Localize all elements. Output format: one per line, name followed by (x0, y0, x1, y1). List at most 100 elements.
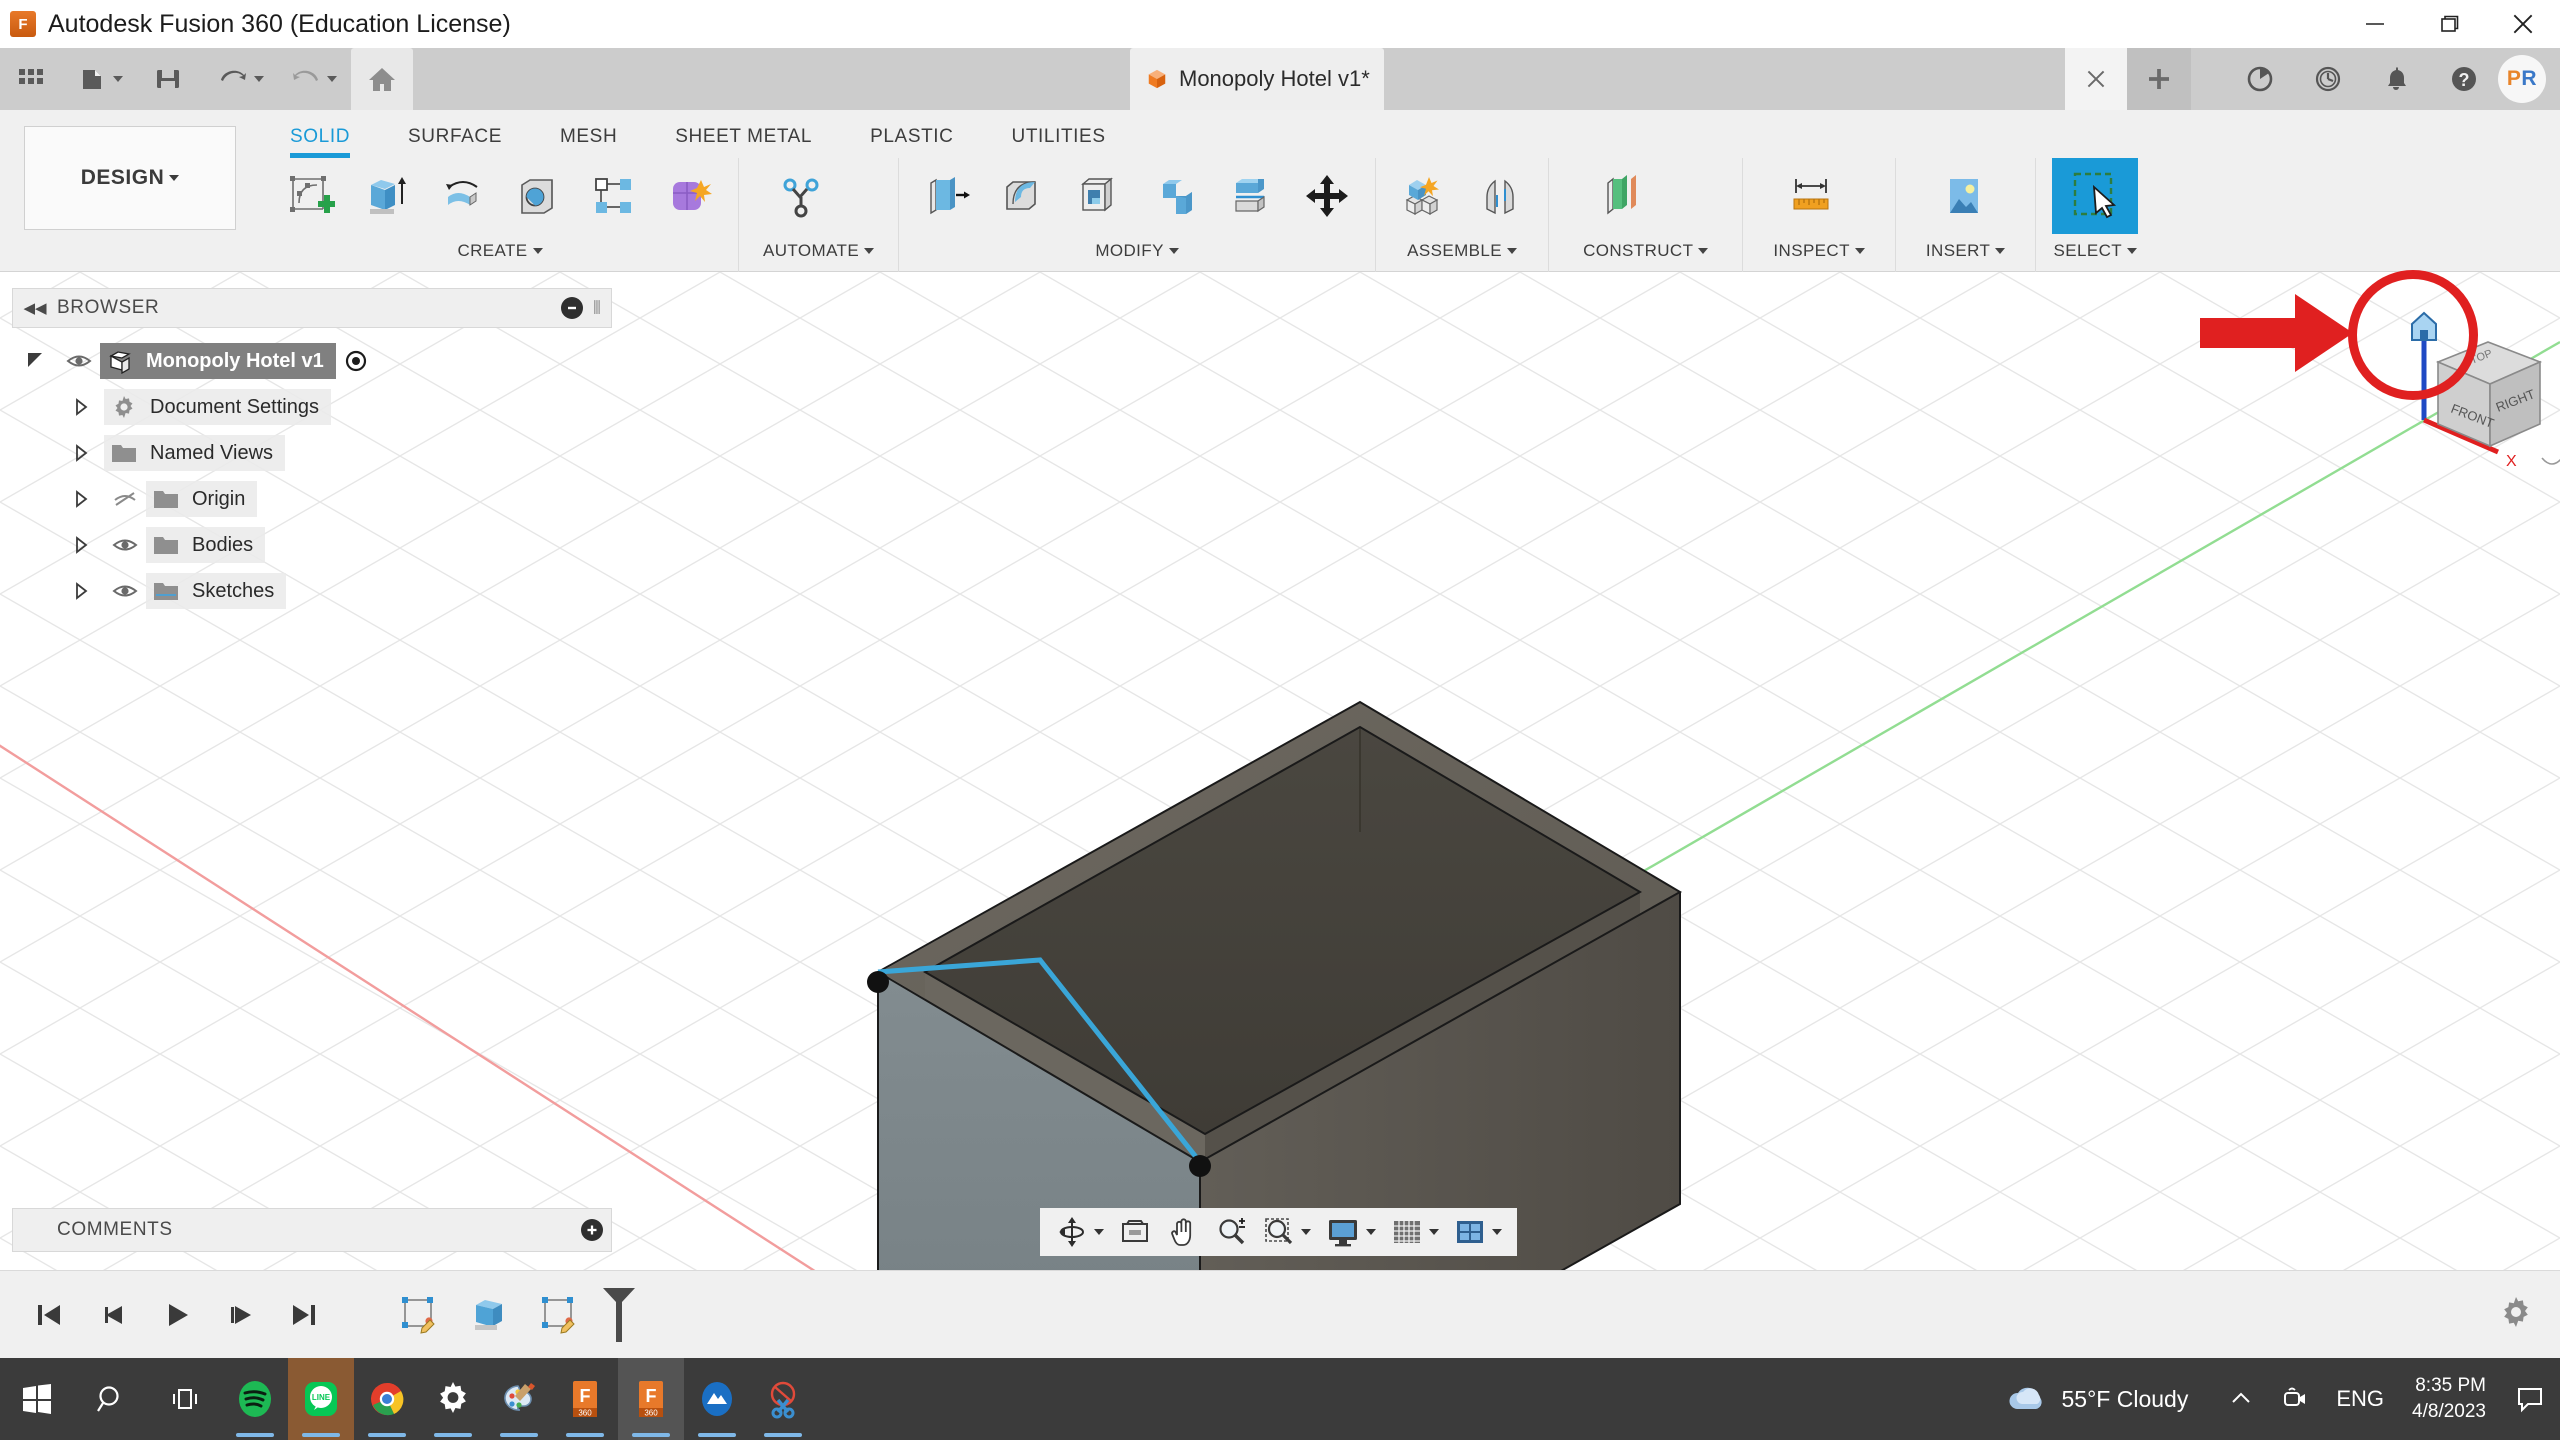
comments-panel[interactable]: COMMENTS (12, 1208, 612, 1252)
create-sketch-icon[interactable] (272, 161, 348, 231)
tree-item-origin[interactable]: Origin (12, 476, 612, 522)
spotify-icon[interactable] (222, 1358, 288, 1440)
close-icon[interactable] (2486, 0, 2560, 48)
create-form-icon[interactable] (652, 161, 728, 231)
chevron-down-icon[interactable] (2127, 248, 2137, 254)
extensions-icon[interactable] (2226, 48, 2294, 110)
chevron-down-icon[interactable] (1301, 1229, 1311, 1235)
chevron-down-icon[interactable] (169, 175, 179, 181)
chevron-down-icon[interactable] (1855, 248, 1865, 254)
step-back-icon[interactable] (80, 1283, 144, 1347)
panel-label-modify[interactable]: MODIFY (909, 234, 1365, 268)
shell-icon[interactable] (1061, 161, 1137, 231)
tab-surface[interactable]: SURFACE (408, 120, 502, 158)
fusion360-icon[interactable]: F 360 (552, 1358, 618, 1440)
fillet-icon[interactable] (985, 161, 1061, 231)
blue-app-icon[interactable] (684, 1358, 750, 1440)
joint-icon[interactable] (1462, 161, 1538, 231)
tab-plastic[interactable]: PLASTIC (870, 120, 953, 158)
undo-icon[interactable] (209, 53, 272, 105)
collapse-arrow-icon[interactable] (58, 443, 104, 463)
combine-icon[interactable] (1137, 161, 1213, 231)
sketch-feature-icon[interactable] (524, 1283, 594, 1347)
chrome-icon[interactable] (354, 1358, 420, 1440)
display-settings-icon[interactable] (1318, 1210, 1383, 1254)
play-icon[interactable] (144, 1283, 208, 1347)
look-at-icon[interactable] (1111, 1210, 1159, 1254)
sketch-feature-icon[interactable] (384, 1283, 454, 1347)
panel-resize-grip[interactable]: ⦀ (593, 299, 603, 317)
eye-visible-icon[interactable] (104, 578, 146, 604)
measure-icon[interactable] (1773, 161, 1849, 231)
offset-plane-icon[interactable] (1583, 161, 1659, 231)
panel-label-automate[interactable]: AUTOMATE (763, 234, 874, 268)
panel-label-construct[interactable]: CONSTRUCT (1583, 234, 1708, 268)
chevron-up-icon[interactable] (2214, 1358, 2268, 1440)
paint-icon[interactable] (486, 1358, 552, 1440)
notification-icon[interactable] (2500, 1358, 2560, 1440)
panel-label-select[interactable]: SELECT (2052, 234, 2138, 268)
task-view-icon[interactable] (148, 1358, 222, 1440)
extrude-icon[interactable] (348, 161, 424, 231)
document-tab[interactable]: Monopoly Hotel v1* (1130, 48, 1384, 110)
tree-item-chip[interactable]: Sketches (146, 573, 286, 609)
zoom-icon[interactable] (1207, 1210, 1255, 1254)
tree-item-sketches[interactable]: Sketches (12, 568, 612, 614)
minus-circle-icon[interactable] (561, 297, 583, 319)
tree-item-chip[interactable]: Bodies (146, 527, 265, 563)
zoom-window-icon[interactable] (1255, 1210, 1318, 1254)
chevron-down-icon[interactable] (1492, 1229, 1502, 1235)
tree-item-bodies[interactable]: Bodies (12, 522, 612, 568)
tab-utilities[interactable]: UTILITIES (1012, 120, 1106, 158)
help-icon[interactable]: ? (2430, 48, 2498, 110)
chevron-down-icon[interactable] (1995, 248, 2005, 254)
weather-widget[interactable]: 55°F Cloudy (2004, 1382, 2189, 1416)
clock[interactable]: 8:35 PM 4/8/2023 (2398, 1373, 2500, 1424)
orbit-icon[interactable] (1048, 1210, 1111, 1254)
panel-label-create[interactable]: CREATE (272, 234, 728, 268)
home-icon[interactable] (351, 48, 413, 110)
press-pull-icon[interactable] (909, 161, 985, 231)
timeline-gear-icon[interactable] (2498, 1294, 2534, 1335)
tree-item-chip[interactable]: Document Settings (104, 389, 331, 425)
chevron-down-icon[interactable] (1094, 1229, 1104, 1235)
browser-header[interactable]: ◀◀ BROWSER ⦀ (12, 288, 612, 328)
collapse-arrow-icon[interactable] (58, 535, 104, 555)
sweep-icon[interactable] (500, 161, 576, 231)
add-comment-button[interactable] (581, 1219, 603, 1241)
tab-mesh[interactable]: MESH (560, 120, 617, 158)
chevron-down-icon[interactable] (1366, 1229, 1376, 1235)
file-icon[interactable] (70, 53, 131, 105)
offset-face-icon[interactable] (1213, 161, 1289, 231)
avatar[interactable]: PR (2498, 55, 2546, 103)
grid-apps-icon[interactable] (8, 53, 54, 105)
revolve-icon[interactable] (424, 161, 500, 231)
automate-icon[interactable] (763, 161, 839, 231)
close-document-tab-icon[interactable] (2065, 48, 2127, 110)
panel-label-insert[interactable]: INSERT (1926, 234, 2005, 268)
panel-label-inspect[interactable]: INSPECT (1773, 234, 1864, 268)
fusion360-icon[interactable]: F 360 (618, 1358, 684, 1440)
collapse-arrow-icon[interactable] (58, 397, 104, 417)
extrude-feature-icon[interactable] (454, 1283, 524, 1347)
playhead-marker-icon[interactable] (594, 1283, 644, 1347)
eye-visible-icon[interactable] (104, 532, 146, 558)
panel-label-assemble[interactable]: ASSEMBLE (1386, 234, 1538, 268)
insert-image-icon[interactable] (1926, 161, 2002, 231)
tree-item-chip[interactable]: Monopoly Hotel v1 (100, 343, 336, 379)
chevron-down-icon[interactable] (327, 76, 337, 82)
maximize-icon[interactable] (2412, 0, 2486, 48)
tab-solid[interactable]: SOLID (290, 120, 350, 158)
chevron-down-icon[interactable] (533, 248, 543, 254)
chevron-down-icon[interactable] (113, 76, 123, 82)
tree-item-chip[interactable]: Named Views (104, 435, 285, 471)
tree-item-named-views[interactable]: Named Views (12, 430, 612, 476)
chevron-down-icon[interactable] (254, 76, 264, 82)
activate-radio-icon[interactable] (336, 349, 376, 373)
line-icon[interactable]: LINE (288, 1358, 354, 1440)
settings-gear-icon[interactable] (420, 1358, 486, 1440)
step-forward-icon[interactable] (208, 1283, 272, 1347)
viewports-icon[interactable] (1446, 1210, 1509, 1254)
expand-arrow-icon[interactable] (12, 350, 58, 372)
move-copy-icon[interactable] (1289, 161, 1365, 231)
